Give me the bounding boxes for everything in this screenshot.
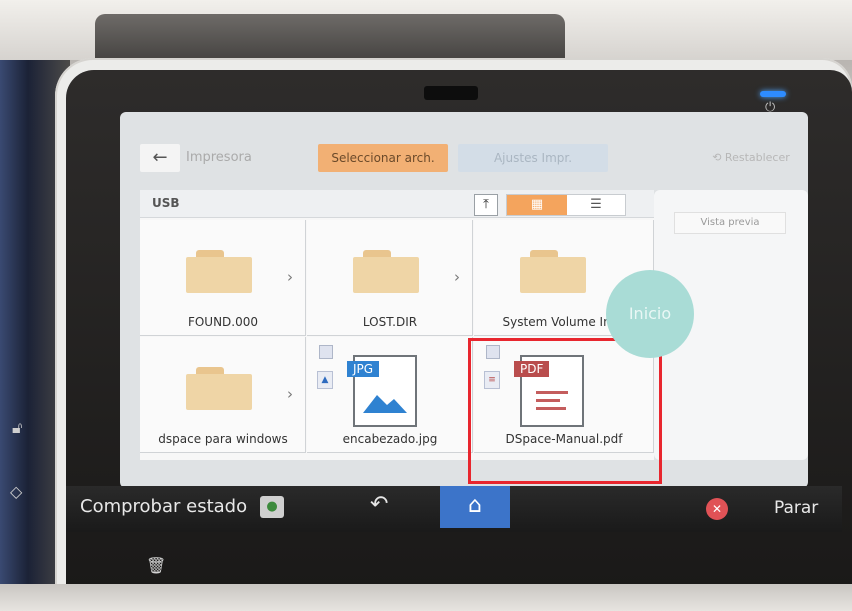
- file-item[interactable]: ▲ JPG encabezado.jpg: [307, 337, 473, 453]
- arrow-left-icon: ←: [152, 147, 168, 168]
- file-name: dspace para windows: [158, 432, 288, 446]
- reset-button[interactable]: ⟲ Restablecer: [696, 144, 806, 172]
- chevron-right-icon: ›: [287, 268, 293, 286]
- chevron-right-icon: ›: [287, 385, 293, 403]
- stop-icon[interactable]: ✕: [706, 498, 728, 520]
- file-type-badge: JPG: [347, 361, 380, 377]
- tab-print-settings[interactable]: Ajustes Impr.: [458, 144, 608, 172]
- touchscreen: ← Impresora Seleccionar arch. Ajustes Im…: [120, 112, 808, 488]
- list-view-button[interactable]: ☰: [567, 195, 625, 215]
- camera-sensor: [424, 86, 478, 100]
- arrow-up-icon: ⤒: [483, 197, 489, 212]
- selected-file-highlight: [468, 338, 662, 484]
- folder-icon: [186, 250, 252, 294]
- folder-icon: [353, 250, 419, 294]
- floor-surface: [0, 584, 852, 611]
- nfc-icon: ◇: [10, 482, 23, 501]
- home-button[interactable]: ⌂: [440, 486, 510, 528]
- file-browser-header: USB ⤒ ▦ ☰: [140, 190, 654, 218]
- jpg-file-icon: JPG: [347, 355, 417, 427]
- view-toggle: ▦ ☰: [506, 194, 626, 216]
- reset-icon: ⟲: [712, 151, 725, 164]
- chevron-right-icon: ›: [454, 268, 460, 286]
- folder-icon: [520, 250, 586, 294]
- reset-label: Restablecer: [724, 151, 790, 164]
- screen-topbar: ← Impresora Seleccionar arch. Ajustes Im…: [120, 142, 808, 176]
- location-label: USB: [152, 196, 180, 210]
- tab-select-file[interactable]: Seleccionar arch.: [318, 144, 448, 172]
- folder-icon: [186, 367, 252, 411]
- mountain-icon: [363, 395, 407, 413]
- grid-view-button[interactable]: ▦: [507, 195, 567, 215]
- start-button[interactable]: Inicio: [606, 270, 694, 358]
- parent-folder-button[interactable]: ⤒: [474, 194, 498, 216]
- bottom-bar: Comprobar estado ● ↶ ⌂ ✕ Parar: [66, 486, 842, 532]
- file-item[interactable]: › LOST.DIR: [307, 220, 473, 336]
- status-led: [760, 91, 786, 97]
- file-name: LOST.DIR: [362, 315, 418, 329]
- lock-icon: 🔓︎: [12, 418, 23, 437]
- status-icon[interactable]: ●: [260, 496, 284, 518]
- file-name: encabezado.jpg: [342, 432, 438, 446]
- trash-icon: 🗑︎: [146, 556, 167, 575]
- stop-button[interactable]: Parar: [774, 498, 818, 518]
- file-name: FOUND.000: [187, 315, 259, 329]
- check-status-button[interactable]: Comprobar estado: [80, 496, 247, 517]
- select-checkbox[interactable]: [319, 345, 333, 359]
- file-item[interactable]: › FOUND.000: [140, 220, 306, 336]
- preview-button[interactable]: Vista previa: [674, 212, 786, 234]
- file-item[interactable]: › dspace para windows: [140, 337, 306, 453]
- back-button[interactable]: ←: [140, 144, 180, 172]
- grid-icon: ▦: [530, 197, 544, 212]
- image-type-icon: ▲: [317, 371, 333, 389]
- list-icon: ☰: [590, 197, 602, 212]
- breadcrumb-printer[interactable]: Impresora: [186, 150, 252, 165]
- undo-icon[interactable]: ↶: [370, 492, 388, 517]
- home-icon: ⌂: [468, 493, 482, 518]
